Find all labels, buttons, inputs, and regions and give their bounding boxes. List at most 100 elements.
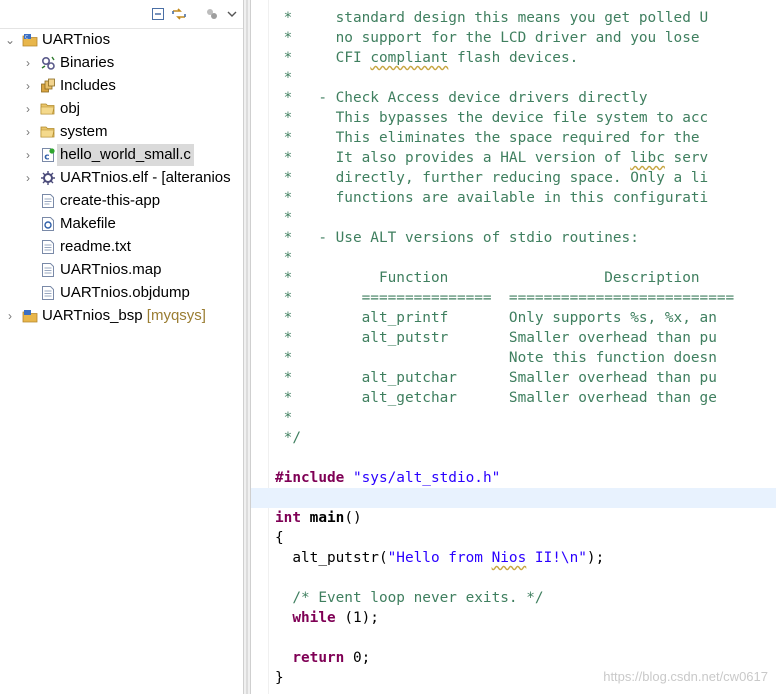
chevron-right-icon[interactable]: › [22, 121, 34, 143]
code-token: (1); [335, 610, 379, 626]
code-line[interactable]: * This eliminates the space required for… [275, 128, 776, 148]
tree-item-decoration: [myqsys] [142, 307, 206, 324]
code-line[interactable]: return 0; [275, 648, 776, 668]
code-line[interactable]: #include "sys/alt_stdio.h" [275, 468, 776, 488]
text-file-icon [40, 239, 56, 255]
code-token: * =============== ======================… [275, 290, 735, 306]
code-line[interactable]: ​ [275, 568, 776, 588]
filters-icon[interactable] [204, 6, 220, 22]
tree-item-makefile[interactable]: Makefile [0, 213, 243, 235]
chevron-right-icon[interactable]: › [22, 144, 34, 166]
chevron-right-icon[interactable]: › [22, 52, 34, 74]
tree-item-uartnios-objdump[interactable]: UARTnios.objdump [0, 282, 243, 304]
code-line[interactable]: * - Check Access device drivers directly [275, 88, 776, 108]
code-line[interactable]: while (1); [275, 608, 776, 628]
code-line[interactable]: * [275, 208, 776, 228]
code-line[interactable]: int main() [275, 508, 776, 528]
includes-icon [40, 78, 56, 94]
code-line[interactable]: * [275, 68, 776, 88]
code-line[interactable]: * This bypasses the device file system t… [275, 108, 776, 128]
tree-item-label: readme.txt [60, 238, 131, 255]
code-line[interactable]: * =============== ======================… [275, 288, 776, 308]
code-line[interactable]: * CFI compliant flash devices. [275, 48, 776, 68]
sash-splitter[interactable] [243, 0, 251, 694]
code-line[interactable]: * It also provides a HAL version of libc… [275, 148, 776, 168]
code-token: * - Use ALT versions of stdio routines: [275, 230, 639, 246]
editor-text[interactable]: * standard design this means you get pol… [251, 8, 776, 688]
tree-item-label: obj [60, 100, 81, 117]
editor-ruler[interactable] [251, 0, 269, 694]
code-line[interactable]: ​ [275, 448, 776, 468]
tree-item-label: hello_world_small.c [57, 144, 194, 166]
tree-item-create-this-app[interactable]: create-this-app [0, 190, 243, 212]
chevron-right-icon[interactable]: › [22, 75, 34, 97]
chevron-down-icon[interactable]: ⌄ [4, 29, 16, 51]
code-editor[interactable]: * standard design this means you get pol… [251, 0, 776, 694]
folder-icon [40, 101, 56, 117]
tree-item-readme-txt[interactable]: readme.txt [0, 236, 243, 258]
code-line[interactable]: { [275, 528, 776, 548]
tree-item-uartnios-map[interactable]: UARTnios.map [0, 259, 243, 281]
code-token: * This eliminates the space required for… [275, 130, 700, 146]
code-line[interactable]: * Function Description [275, 268, 776, 288]
code-line[interactable]: * alt_putchar Smaller overhead than pu [275, 368, 776, 388]
code-token: /* Event loop never exits. */ [292, 590, 544, 606]
tree-item-label: UARTnios.elf - [alteranios [60, 169, 231, 186]
tree-item-binaries[interactable]: › Binaries [0, 52, 243, 74]
code-token: * [275, 70, 293, 86]
chevron-right-icon[interactable]: › [4, 305, 16, 327]
code-line[interactable]: * no support for the LCD driver and you … [275, 28, 776, 48]
code-line[interactable]: * directly, further reducing space. Only… [275, 168, 776, 188]
code-line[interactable]: * - Use ALT versions of stdio routines: [275, 228, 776, 248]
chevron-right-icon[interactable]: › [22, 167, 34, 189]
code-token: * functions are available in this config… [275, 190, 709, 206]
code-line[interactable]: */ [275, 428, 776, 448]
tree-item-includes[interactable]: › Includes [0, 75, 243, 97]
chevron-right-icon[interactable]: › [22, 98, 34, 120]
code-token: compliant [370, 50, 449, 66]
tree-item-label: create-this-app [60, 192, 161, 209]
text-file-icon [40, 262, 56, 278]
tree-item-uartnios[interactable]: ⌄ C UARTnios [0, 29, 243, 51]
svg-text:C: C [25, 34, 28, 40]
code-token: #include [275, 470, 345, 486]
code-token: */ [275, 430, 301, 446]
code-token: * [275, 210, 293, 226]
code-line[interactable]: ​ [251, 488, 776, 508]
folder-icon [40, 124, 56, 140]
code-token: * This bypasses the device file system t… [275, 110, 709, 126]
code-token: * [275, 410, 293, 426]
code-line[interactable]: /* Event loop never exits. */ [275, 588, 776, 608]
code-line[interactable]: * Note this function doesn [275, 348, 776, 368]
link-with-editor-icon[interactable] [171, 6, 187, 22]
code-line[interactable]: ​ [275, 628, 776, 648]
code-line[interactable]: * [275, 248, 776, 268]
view-menu-icon[interactable] [226, 6, 242, 22]
sash-handle[interactable] [246, 0, 248, 694]
tree-item-uartnios-elf-alteranios[interactable]: › UARTnios.elf - [alteranios [0, 167, 243, 189]
code-line[interactable]: * [275, 408, 776, 428]
code-token: * Note this function doesn [275, 350, 717, 366]
code-line[interactable]: * functions are available in this config… [275, 188, 776, 208]
code-line[interactable]: * standard design this means you get pol… [275, 8, 776, 28]
collapse-all-icon[interactable] [150, 6, 166, 22]
watermark: https://blog.csdn.net/cw0617 [603, 669, 768, 684]
explorer-toolbar [0, 0, 243, 29]
tree-item-uartnios-bsp[interactable]: › UARTnios_bsp [myqsys] [0, 305, 243, 327]
code-token: * - Check Access device drivers directly [275, 90, 648, 106]
code-line[interactable]: * alt_printf Only supports %s, %x, an [275, 308, 776, 328]
code-token: flash devices. [448, 50, 579, 66]
code-line[interactable]: * alt_putstr Smaller overhead than pu [275, 328, 776, 348]
code-line[interactable]: * alt_getchar Smaller overhead than ge [275, 388, 776, 408]
code-token: () [344, 510, 362, 526]
code-line[interactable]: alt_putstr("Hello from Nios II!\n"); [275, 548, 776, 568]
code-token: { [275, 530, 284, 546]
tree-item-hello-world-small-c[interactable]: › c hello_world_small.c [0, 144, 243, 166]
code-token: main [309, 510, 345, 526]
tree-item-obj[interactable]: › obj [0, 98, 243, 120]
makefile-icon [40, 216, 56, 232]
tree-item-system[interactable]: › system [0, 121, 243, 143]
tree-item-label: system [60, 123, 108, 140]
